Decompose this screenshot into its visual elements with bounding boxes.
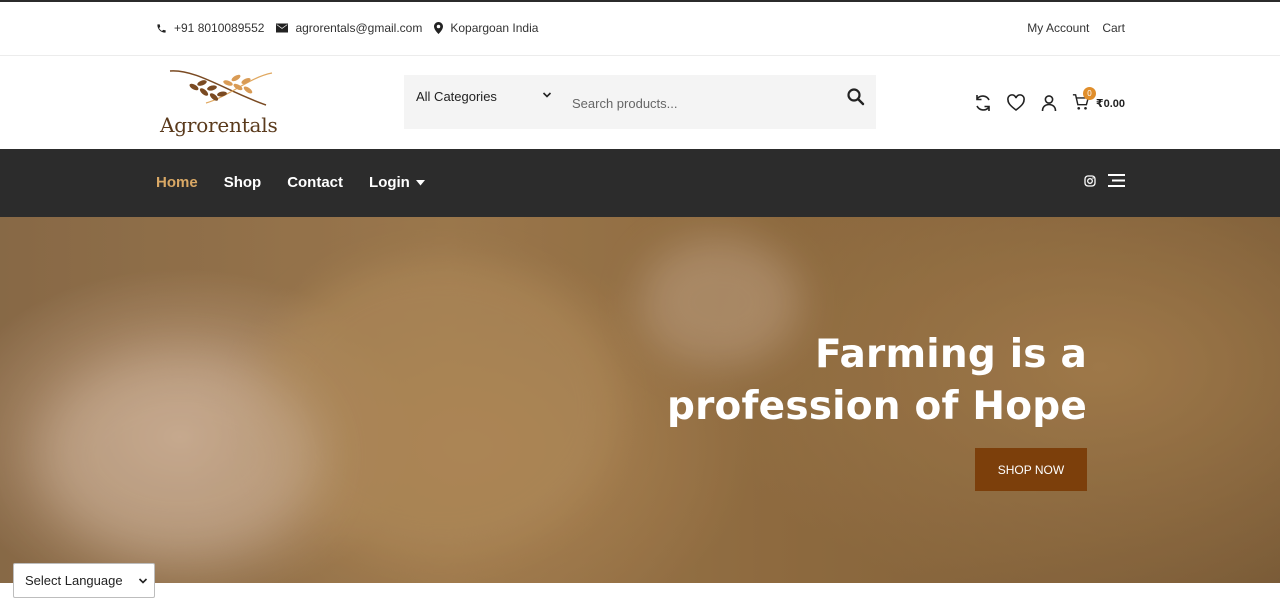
search-input[interactable]: [572, 92, 832, 114]
wheat-logo-icon: [169, 70, 273, 106]
nav-menu: Home Shop Contact Login: [156, 174, 451, 191]
user-icon[interactable]: [1039, 93, 1059, 113]
nav-item-login-label: Login: [369, 174, 410, 191]
product-search: All Categories: [404, 75, 876, 129]
map-pin-icon: [434, 22, 444, 34]
nav-item-home[interactable]: Home: [156, 174, 198, 191]
phone-info: +91 8010089552: [156, 21, 264, 35]
chevron-down-icon: [138, 578, 148, 584]
site-logo[interactable]: Agrorentals: [156, 67, 286, 139]
search-icon[interactable]: [846, 87, 866, 107]
shop-now-button[interactable]: SHOP NOW: [975, 448, 1087, 491]
caret-down-icon: [415, 179, 425, 185]
cart-link[interactable]: Cart: [1102, 21, 1125, 35]
compare-icon[interactable]: [973, 93, 993, 113]
nav-item-login[interactable]: Login: [369, 174, 425, 191]
my-account-link[interactable]: My Account: [1027, 21, 1089, 35]
main-header: Agrorentals All Categories 0 ₹0.00: [0, 57, 1280, 149]
category-select[interactable]: All Categories: [416, 89, 552, 104]
hamburger-menu-icon[interactable]: [1108, 174, 1125, 187]
hero-headline-line1: Farming is a: [814, 332, 1087, 377]
header-actions: 0 ₹0.00: [960, 87, 1125, 113]
main-navigation: Home Shop Contact Login: [0, 149, 1280, 217]
hero-headline: Farming is a profession of Hope: [667, 329, 1087, 433]
hero-overlay: [0, 217, 1280, 583]
contact-info: +91 8010089552 agrorentals@gmail.com Kop…: [156, 21, 550, 35]
account-links: My Account Cart: [1014, 21, 1125, 35]
nav-item-shop[interactable]: Shop: [224, 174, 262, 191]
phone-number: +91 8010089552: [174, 21, 265, 35]
hero-headline-line2: profession of Hope: [666, 384, 1087, 429]
phone-icon: [157, 23, 166, 33]
language-select-value: Select Language: [25, 573, 123, 588]
language-select[interactable]: Select Language: [13, 563, 155, 598]
email-address[interactable]: agrorentals@gmail.com: [295, 21, 422, 35]
heart-icon[interactable]: [1006, 93, 1026, 113]
category-select-value: All Categories: [416, 89, 497, 104]
cart-count-badge: 0: [1082, 87, 1096, 100]
header-cart[interactable]: 0 ₹0.00: [1072, 87, 1125, 113]
logo-text: Agrorentals: [160, 113, 278, 137]
instagram-icon[interactable]: [1084, 174, 1096, 187]
cart-total: ₹0.00: [1095, 97, 1125, 110]
hero-banner: Farming is a profession of Hope SHOP NOW: [0, 217, 1280, 583]
cart-icon-wrap: 0: [1072, 87, 1096, 113]
email-info: agrorentals@gmail.com: [276, 21, 422, 35]
location-text: Kopargoan India: [450, 21, 539, 35]
nav-right-actions: [1072, 174, 1125, 187]
chevron-down-icon: [542, 92, 552, 98]
nav-item-contact[interactable]: Contact: [287, 174, 343, 191]
location-info: Kopargoan India: [434, 21, 538, 35]
envelope-icon: [276, 23, 289, 33]
top-bar: +91 8010089552 agrorentals@gmail.com Kop…: [0, 2, 1280, 56]
